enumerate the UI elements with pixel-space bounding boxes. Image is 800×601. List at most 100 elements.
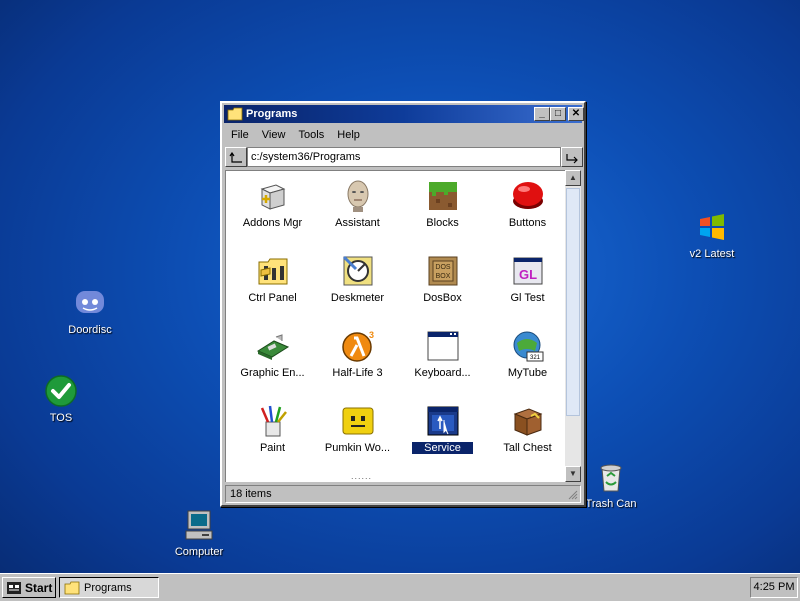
folder-icon — [64, 581, 80, 595]
program-label: DosBox — [423, 292, 462, 304]
red-button-icon — [512, 182, 543, 209]
grass-block-icon — [428, 182, 457, 210]
program-label: Paint — [259, 442, 286, 454]
computer-icon — [185, 510, 213, 540]
scroll-thumb[interactable] — [566, 188, 580, 416]
program-label: MyTube — [507, 367, 548, 379]
scroll-down-button[interactable]: ▼ — [565, 466, 581, 482]
window-icon — [427, 331, 458, 361]
desktop-icon-label: Computer — [174, 546, 224, 558]
program-label: Blocks — [426, 217, 459, 229]
program-label: Tall Chest — [503, 442, 552, 454]
program-label: Keyboard... — [414, 367, 471, 379]
discord-icon — [76, 291, 104, 313]
desktop-icon-label: Trash Can — [585, 498, 637, 510]
program-blocks[interactable]: Blocks — [400, 179, 485, 229]
trash-can-icon — [600, 464, 622, 492]
address-input[interactable] — [247, 147, 561, 167]
program-label: Assistant — [335, 217, 380, 229]
maximize-button[interactable]: □ — [550, 107, 566, 121]
program-label: Deskmeter — [330, 292, 385, 304]
up-folder-button[interactable] — [225, 147, 247, 167]
program-label: Buttons — [508, 217, 547, 229]
start-logo-icon — [7, 582, 21, 594]
address-bar — [225, 147, 583, 167]
program-gl-test[interactable]: GL Gl Test — [485, 254, 565, 304]
desktop-icon-tos[interactable]: TOS — [16, 374, 106, 424]
chest-icon — [513, 408, 542, 436]
desktop-icon-doordisc[interactable]: Doordisc — [45, 286, 135, 336]
more-items-indicator: ...... — [351, 471, 373, 481]
folder-icon — [227, 107, 243, 121]
program-mytube[interactable]: 321 MyTube — [485, 329, 565, 379]
lambda-icon: 3 — [341, 330, 374, 362]
program-label: Half-Life 3 — [332, 367, 383, 379]
taskbar-programs-button[interactable]: Programs — [59, 577, 159, 598]
desktop-icon-computer[interactable]: Computer — [154, 508, 244, 558]
dosbox-icon: DOS BOX — [428, 256, 457, 286]
program-label: Ctrl Panel — [248, 292, 297, 304]
program-tall-chest[interactable]: Tall Chest — [485, 404, 565, 454]
menu-bar: File View Tools Help — [226, 127, 365, 145]
program-half-life-3[interactable]: 3 Half-Life 3 — [315, 329, 400, 379]
menu-file[interactable]: File — [226, 127, 254, 143]
svg-text:3: 3 — [369, 330, 374, 340]
programs-window[interactable]: Programs _ □ ✕ File View Tools Help c:/s… — [220, 101, 586, 507]
start-label: Start — [25, 581, 53, 595]
program-label: Pumkin Wo... — [324, 442, 391, 454]
program-label: Service — [411, 441, 474, 455]
control-panel-icon — [258, 258, 287, 285]
minimize-button[interactable]: _ — [534, 107, 550, 121]
pumpkin-icon — [342, 407, 373, 435]
svg-text:GL: GL — [518, 267, 536, 282]
start-button[interactable]: Start — [2, 577, 56, 598]
scroll-up-button[interactable]: ▲ — [565, 170, 581, 186]
window-title: Programs — [246, 108, 298, 120]
close-button[interactable]: ✕ — [568, 107, 584, 121]
svg-text:DOS: DOS — [435, 264, 451, 271]
program-label: Graphic En... — [240, 367, 305, 379]
program-assistant[interactable]: Assistant — [315, 179, 400, 229]
status-bar: 18 items — [225, 485, 581, 503]
resize-grip-icon[interactable] — [568, 490, 578, 500]
program-pumkin-world[interactable]: Pumkin Wo... — [315, 404, 400, 454]
item-count: 18 items — [230, 488, 272, 500]
face-icon — [347, 180, 368, 212]
go-button[interactable] — [561, 147, 583, 167]
desktop-icon-v2-latest[interactable]: v2 Latest — [667, 210, 757, 260]
svg-text:321: 321 — [529, 355, 540, 361]
gl-test-icon: GL — [513, 257, 542, 285]
desktop-icon-label: v2 Latest — [689, 248, 735, 260]
desktop-icon-label: Doordisc — [68, 324, 112, 336]
menu-view[interactable]: View — [257, 127, 291, 143]
program-service[interactable]: Service — [400, 404, 485, 455]
window-titlebar[interactable]: Programs _ □ ✕ — [224, 105, 584, 123]
menu-help[interactable]: Help — [332, 127, 365, 143]
program-dosbox[interactable]: DOS BOX DosBox — [400, 254, 485, 304]
file-view[interactable]: Addons Mgr Assistant Blocks Buttons Ctrl… — [225, 170, 565, 482]
program-label: Gl Test — [510, 292, 545, 304]
program-keyboard[interactable]: Keyboard... — [400, 329, 485, 379]
clock[interactable]: 4:25 PM — [750, 577, 798, 598]
svg-text:BOX: BOX — [435, 273, 450, 280]
deskmeter-icon — [342, 255, 372, 286]
service-icon — [427, 406, 458, 436]
program-buttons[interactable]: Buttons — [485, 179, 565, 229]
paint-brushes-icon — [260, 405, 287, 437]
enter-arrow-icon — [566, 154, 578, 164]
vertical-scrollbar[interactable]: ▲ ▼ — [565, 170, 581, 482]
mytube-icon: 321 — [513, 331, 543, 362]
graphics-board-icon — [256, 334, 289, 360]
program-graphic-engine[interactable]: Graphic En... — [230, 329, 315, 379]
program-deskmeter[interactable]: Deskmeter — [315, 254, 400, 304]
program-ctrl-panel[interactable]: Ctrl Panel — [230, 254, 315, 304]
windows-logo-icon — [700, 214, 724, 240]
program-paint[interactable]: Paint — [230, 404, 315, 454]
program-addons-mgr[interactable]: Addons Mgr — [230, 179, 315, 229]
package-icon — [260, 184, 285, 210]
desktop-icon-label: TOS — [49, 412, 73, 424]
menu-tools[interactable]: Tools — [294, 127, 330, 143]
up-arrow-icon — [229, 151, 242, 163]
taskbar-programs-label: Programs — [84, 582, 132, 594]
program-label: Addons Mgr — [242, 217, 303, 229]
